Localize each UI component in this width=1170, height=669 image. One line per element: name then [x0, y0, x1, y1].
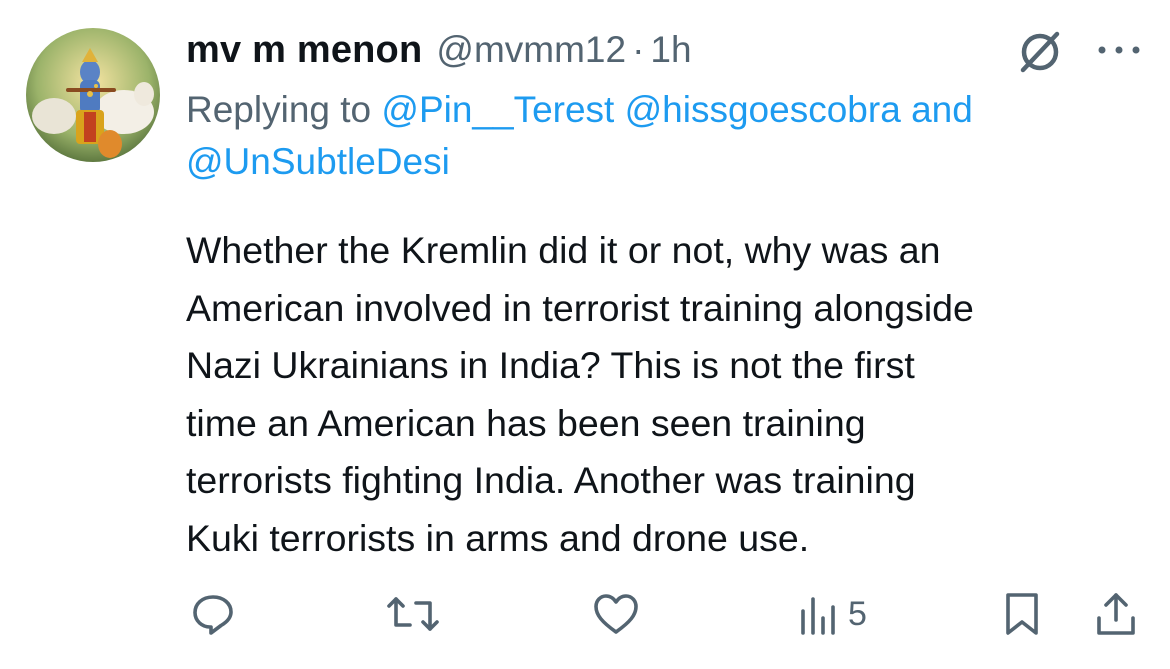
- tweet-text: Whether the Kremlin did it or not, why w…: [186, 229, 974, 559]
- replying-label: Replying to: [186, 89, 372, 130]
- reply-button[interactable]: [190, 588, 236, 640]
- like-icon: [592, 591, 640, 637]
- bookmark-button[interactable]: [1002, 588, 1042, 640]
- like-button[interactable]: [592, 588, 640, 640]
- avatar[interactable]: [26, 28, 160, 162]
- tweet-timestamp[interactable]: 1h: [650, 29, 691, 71]
- mention-link[interactable]: @UnSubtleDesi: [186, 141, 450, 182]
- retweet-icon: [386, 591, 440, 637]
- grok-icon[interactable]: [1016, 28, 1064, 76]
- separator-dot: ·: [632, 29, 645, 70]
- reply-icon: [190, 591, 236, 637]
- mention-link[interactable]: @Pin__Terest: [381, 89, 614, 130]
- replying-to: Replying to @Pin__Terest @hissgoescobra …: [186, 84, 1136, 188]
- tweet: mv m menon @mvmm12 · 1h Replying to @Pin…: [0, 0, 1170, 669]
- mention-link[interactable]: @hissgoescobra: [625, 89, 901, 130]
- author-display-name[interactable]: mv m menon: [186, 29, 422, 72]
- replying-joiner: and: [911, 89, 973, 130]
- views-button[interactable]: 5: [798, 588, 867, 640]
- more-icon[interactable]: [1094, 38, 1144, 62]
- views-icon: [798, 591, 838, 637]
- share-icon: [1094, 590, 1138, 638]
- action-bar: 5: [0, 588, 1170, 644]
- share-button[interactable]: [1094, 588, 1138, 640]
- author-handle[interactable]: @mvmm12: [436, 29, 626, 71]
- views-count: 5: [848, 594, 867, 633]
- bookmark-icon: [1002, 590, 1042, 638]
- tweet-header: mv m menon @mvmm12 · 1h: [186, 22, 692, 78]
- retweet-button[interactable]: [386, 588, 440, 640]
